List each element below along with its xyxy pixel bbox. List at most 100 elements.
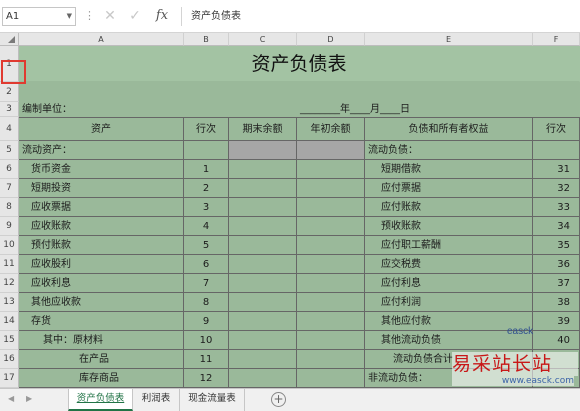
add-sheet-icon[interactable]: + xyxy=(271,392,286,407)
begin-balance-cell[interactable] xyxy=(297,217,365,236)
report-date-label[interactable]: ________年____月____日 xyxy=(297,102,580,117)
end-balance-cell[interactable] xyxy=(229,312,297,331)
header-asset[interactable]: 资产 xyxy=(19,117,184,141)
header-begin-balance[interactable]: 年初余额 xyxy=(297,117,365,141)
liability-item-cell[interactable]: 应交税费 xyxy=(365,255,533,274)
liability-line-no-cell[interactable]: 31 xyxy=(533,160,580,179)
row-header[interactable]: 6 xyxy=(0,160,19,179)
asset-line-no-cell[interactable]: 1 xyxy=(184,160,229,179)
end-balance-cell[interactable] xyxy=(229,236,297,255)
end-balance-cell[interactable] xyxy=(229,255,297,274)
tab-income-statement[interactable]: 利润表 xyxy=(133,389,180,411)
asset-item-cell[interactable]: 短期投资 xyxy=(19,179,184,198)
asset-line-no-cell[interactable]: 3 xyxy=(184,198,229,217)
header-line-no-right[interactable]: 行次 xyxy=(533,117,580,141)
liability-line-no-cell[interactable]: 39 xyxy=(533,312,580,331)
liability-line-no-cell[interactable]: 40 xyxy=(533,331,580,350)
column-header-a[interactable]: A xyxy=(19,33,184,46)
asset-line-no-cell[interactable]: 9 xyxy=(184,312,229,331)
cancel-icon[interactable]: ✕ xyxy=(101,6,119,26)
column-header-d[interactable]: D xyxy=(297,33,365,46)
asset-line-no-cell[interactable]: 10 xyxy=(184,331,229,350)
asset-line-no-cell[interactable]: 6 xyxy=(184,255,229,274)
chevron-down-icon[interactable]: ▼ xyxy=(67,8,72,25)
asset-item-cell[interactable]: 应收账款 xyxy=(19,217,184,236)
end-balance-cell[interactable] xyxy=(229,160,297,179)
name-box[interactable]: A1 ▼ xyxy=(2,7,76,26)
asset-item-cell[interactable]: 应收票据 xyxy=(19,198,184,217)
asset-item-cell[interactable]: 其中：原材料 xyxy=(19,331,184,350)
asset-line-no-cell[interactable]: 5 xyxy=(184,236,229,255)
enter-check-icon[interactable]: ✓ xyxy=(126,6,144,26)
liability-item-cell[interactable]: 非流动负债： xyxy=(365,369,533,388)
asset-item-cell[interactable]: 流动资产： xyxy=(19,141,184,160)
end-balance-cell[interactable] xyxy=(229,179,297,198)
header-end-balance[interactable]: 期末余额 xyxy=(229,117,297,141)
row-header[interactable]: 13 xyxy=(0,293,19,312)
sheet-title[interactable]: 资产负债表 xyxy=(19,46,580,82)
liability-item-cell[interactable]: 流动负债： xyxy=(365,141,533,160)
liability-item-cell[interactable]: 预收账款 xyxy=(365,217,533,236)
begin-balance-cell[interactable] xyxy=(297,236,365,255)
asset-line-no-cell[interactable]: 12 xyxy=(184,369,229,388)
row-header[interactable]: 4 xyxy=(0,117,19,141)
asset-item-cell[interactable]: 应收利息 xyxy=(19,274,184,293)
liability-item-cell[interactable]: 应付票据 xyxy=(365,179,533,198)
end-balance-cell[interactable] xyxy=(229,331,297,350)
liability-line-no-cell[interactable]: 37 xyxy=(533,274,580,293)
asset-line-no-cell[interactable]: 7 xyxy=(184,274,229,293)
header-liabilities-equity[interactable]: 负债和所有者权益 xyxy=(365,117,533,141)
end-balance-cell[interactable] xyxy=(229,141,297,160)
end-balance-cell[interactable] xyxy=(229,350,297,369)
tab-balance-sheet[interactable]: 资产负债表 xyxy=(68,389,133,411)
spreadsheet-grid[interactable]: A B C D E F 1 2 3 4 5 6 7 8 9 10 11 12 13 14 15 16 17 资产… xyxy=(0,33,580,388)
company-unit-label[interactable]: 编制单位： xyxy=(19,102,297,117)
row-header[interactable]: 11 xyxy=(0,255,19,274)
asset-line-no-cell[interactable]: 8 xyxy=(184,293,229,312)
row-header[interactable]: 10 xyxy=(0,236,19,255)
liability-line-no-cell[interactable]: 38 xyxy=(533,293,580,312)
formula-input[interactable]: 资产负债表 xyxy=(181,7,578,26)
asset-item-cell[interactable]: 存货 xyxy=(19,312,184,331)
row-header[interactable]: 9 xyxy=(0,217,19,236)
column-header-c[interactable]: C xyxy=(229,33,297,46)
scroll-right-icon[interactable]: ▶ xyxy=(26,394,32,403)
asset-item-cell[interactable]: 库存商品 xyxy=(19,369,184,388)
liability-item-cell[interactable]: 应付账款 xyxy=(365,198,533,217)
asset-item-cell[interactable]: 其他应收款 xyxy=(19,293,184,312)
begin-balance-cell[interactable] xyxy=(297,331,365,350)
column-header-b[interactable]: B xyxy=(184,33,229,46)
column-header-f[interactable]: F xyxy=(533,33,580,46)
begin-balance-cell[interactable] xyxy=(297,369,365,388)
asset-item-cell[interactable]: 货币资金 xyxy=(19,160,184,179)
asset-line-no-cell[interactable]: 4 xyxy=(184,217,229,236)
asset-item-cell[interactable]: 预付账款 xyxy=(19,236,184,255)
begin-balance-cell[interactable] xyxy=(297,255,365,274)
end-balance-cell[interactable] xyxy=(229,293,297,312)
end-balance-cell[interactable] xyxy=(229,369,297,388)
asset-line-no-cell[interactable]: 2 xyxy=(184,179,229,198)
row-header[interactable]: 2 xyxy=(0,82,19,102)
column-header-e[interactable]: E xyxy=(365,33,533,46)
liability-line-no-cell[interactable] xyxy=(533,141,580,160)
liability-line-no-cell[interactable]: 33 xyxy=(533,198,580,217)
asset-line-no-cell[interactable] xyxy=(184,141,229,160)
begin-balance-cell[interactable] xyxy=(297,350,365,369)
liability-line-no-cell[interactable]: 36 xyxy=(533,255,580,274)
asset-item-cell[interactable]: 应收股利 xyxy=(19,255,184,274)
liability-line-no-cell[interactable]: 34 xyxy=(533,217,580,236)
begin-balance-cell[interactable] xyxy=(297,312,365,331)
asset-item-cell[interactable]: 在产品 xyxy=(19,350,184,369)
liability-item-cell[interactable]: 应付职工薪酬 xyxy=(365,236,533,255)
begin-balance-cell[interactable] xyxy=(297,160,365,179)
select-all-button[interactable] xyxy=(0,33,19,46)
liability-line-no-cell[interactable] xyxy=(533,369,580,388)
liability-item-cell[interactable]: 流动负债合计 xyxy=(365,350,533,369)
end-balance-cell[interactable] xyxy=(229,274,297,293)
asset-line-no-cell[interactable]: 11 xyxy=(184,350,229,369)
row-header[interactable]: 15 xyxy=(0,331,19,350)
liability-item-cell[interactable]: 应付利息 xyxy=(365,274,533,293)
row-header[interactable]: 12 xyxy=(0,274,19,293)
begin-balance-cell[interactable] xyxy=(297,198,365,217)
begin-balance-cell[interactable] xyxy=(297,293,365,312)
